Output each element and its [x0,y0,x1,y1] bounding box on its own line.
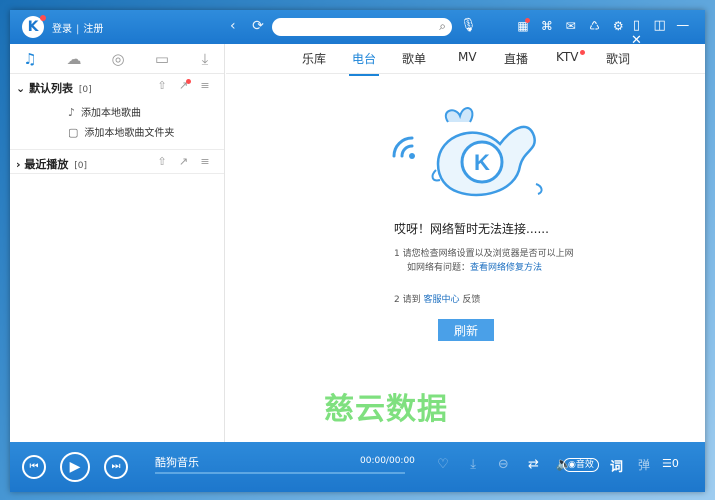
next-track-button[interactable]: ⏭ [104,455,128,479]
download-icon[interactable]: ⤓ [460,457,486,472]
gear-icon[interactable]: ⚙ [608,19,628,33]
queue-count: 0 [671,457,679,470]
error-hint-2-suffix: 反馈 [462,295,481,305]
left-tab-bar: ♫ ☁ ◎ ▭ ⤓ [10,44,224,74]
login-link[interactable]: 登录 [52,20,72,35]
playlist-default-title: 默认列表 [29,82,74,95]
error-hint-2: 2 请到 客服中心 反馈 [394,292,480,305]
left-panel: ♫ ☁ ◎ ▭ ⤓ ⌄ 默认列表 [0] ⇧ ↗ ≡ ♪ 添加本地歌曲 ▢ 添加本地… [10,44,225,442]
error-title: 哎呀！网络暂时无法连接...... [394,222,549,236]
player-actions: ♡ ⤓ ⊖ ⇄ 🔈 [430,457,577,472]
auth-separator: | [76,24,80,35]
playback-time: 00:00/00:00 [360,456,415,466]
search-icon[interactable]: ⌕ [439,19,446,34]
folder-add-icon: ▢ [68,126,79,139]
heart-icon[interactable]: ♡ [430,457,456,472]
mail-icon[interactable]: ✉ [561,19,581,33]
register-link[interactable]: 注册 [83,20,103,35]
radio-icon[interactable]: ◎ [106,50,130,68]
error-hint-prefix: 如网络有问题： [407,263,471,273]
menu-icon[interactable]: ≡ [196,155,214,168]
danmaku-toggle-button[interactable]: 弹 [638,456,650,473]
add-local-folder[interactable]: ▢ 添加本地歌曲文件夹 [68,124,174,139]
share-icon[interactable]: ↗ [175,79,193,92]
refresh-icon[interactable]: ⟳ [252,18,264,34]
error-hint-1: 1 请您检查网络设置以及浏览器是否可以上网 [394,249,574,259]
music-note-icon[interactable]: ♫ [18,50,42,68]
playlist-recent[interactable]: › 最近播放 [0] ⇧ ↗ ≡ [10,150,224,174]
playlist-recent-actions: ⇧ ↗ ≡ [153,155,214,168]
upload-icon[interactable]: ⇧ [153,155,171,168]
music-add-icon: ♪ [68,106,76,119]
tab-ktv[interactable]: KTV [556,50,586,64]
playlist-recent-title: 最近播放 [24,158,69,171]
skin-grid-icon[interactable]: ▦ [513,18,533,33]
share-icon[interactable]: ↗ [175,155,193,168]
add-local-folder-label: 添加本地歌曲文件夹 [84,128,175,139]
support-center-link[interactable]: 客服中心 [423,295,459,305]
chevron-left-icon[interactable]: ‹ [230,18,236,34]
search-box: ⌕ [272,18,452,36]
tab-live[interactable]: 直播 [504,50,528,67]
playlist-default-actions: ⇧ ↗ ≡ [153,79,214,92]
upload-icon[interactable]: ⇧ [153,79,171,92]
error-hint-2-prefix: 2 请到 [394,295,421,305]
playlist-recent-count: [0] [74,161,87,171]
game-icon[interactable]: ⌘ [537,19,557,33]
tab-lyrics[interactable]: 歌词 [606,50,630,67]
chevron-down-icon: ⌄ [16,82,26,95]
sidebar-icon[interactable]: ◫ [650,18,669,33]
tab-ktv-badge [580,50,586,55]
play-button[interactable]: ▶ [60,452,90,482]
add-local-song-label: 添加本地歌曲 [81,108,142,119]
title-bar: K 登录 | 注册 ‹ ⟳ ⌕ 🎙 ▦ ⌘ ✉ ♺ ⚙ ▯ ◫ — ✕ [10,10,705,48]
lyrics-toggle-button[interactable]: 词 [610,456,623,475]
playlist-default-count: [0] [78,85,92,95]
menu-icon[interactable]: ≡ [196,79,214,92]
offline-mascot-illustration: K [392,107,543,197]
playlist-recent-header[interactable]: › 最近播放 [0] [16,156,87,172]
tab-mv[interactable]: MV [458,50,477,64]
refresh-button[interactable]: 刷新 [438,319,494,341]
network-fix-link[interactable]: 查看网络修复方法 [470,263,542,273]
nav-arrows: ‹ ⟳ [230,18,276,34]
error-hint-1b: 如网络有问题：查看网络修复方法 [407,260,542,273]
previous-track-button[interactable]: ⏮ [22,455,46,479]
device-icon[interactable]: ▭ [150,50,174,68]
queue-icon: ☰ [662,457,672,470]
shirt-icon[interactable]: ♺ [584,19,604,33]
progress-bar[interactable] [155,472,405,474]
tab-ktv-label: KTV [556,50,579,64]
current-song-title: 酷狗音乐 [155,456,199,469]
tab-library[interactable]: 乐库 [302,50,326,67]
svg-text:K: K [474,150,490,175]
titlebar-tools: ▦ ⌘ ✉ ♺ ⚙ [513,18,628,33]
chevron-right-icon: › [16,158,21,171]
play-queue-button[interactable]: ☰0 [662,457,679,470]
more-icon[interactable]: ⊖ [490,457,516,472]
mini-player-icon[interactable]: ▯ [627,18,646,33]
player-bar: ⏮ ▶ ⏭ 酷狗音乐 00:00/00:00 ♡ ⤓ ⊖ ⇄ 🔈 ◉音效 词 弹… [10,442,705,492]
app-window: K 登录 | 注册 ‹ ⟳ ⌕ 🎙 ▦ ⌘ ✉ ♺ ⚙ ▯ ◫ — ✕ ♫ ☁ … [10,10,705,492]
playlist-default-header[interactable]: ⌄ 默认列表 [0] [16,80,92,96]
search-input[interactable] [272,18,422,36]
download-icon[interactable]: ⤓ [193,50,217,68]
repeat-icon[interactable]: ⇄ [520,457,546,472]
logo-letter: K [27,19,39,35]
add-local-song[interactable]: ♪ 添加本地歌曲 [68,104,141,119]
kugou-logo[interactable]: K [22,15,46,38]
microphone-icon[interactable]: 🎙 [460,18,477,33]
auth-links: 登录 | 注册 [52,20,103,35]
tab-radio[interactable]: 电台 [348,50,380,76]
main-tab-bar: 乐库 电台 歌单 MV 直播 KTV 歌词 [226,44,705,76]
minimize-icon[interactable]: — [673,18,692,33]
watermark-text: 慈云数据 [324,392,448,427]
notification-dot [40,15,46,21]
playlist-default[interactable]: ⌄ 默认列表 [0] ⇧ ↗ ≡ ♪ 添加本地歌曲 ▢ 添加本地歌曲文件夹 [10,74,224,150]
tab-playlists[interactable]: 歌单 [402,50,426,67]
cloud-icon[interactable]: ☁ [62,50,86,68]
sound-effect-button[interactable]: ◉音效 [563,458,599,472]
main-content: 乐库 电台 歌单 MV 直播 KTV 歌词 K 哎呀！网络暂时无法连接.....… [226,44,705,442]
